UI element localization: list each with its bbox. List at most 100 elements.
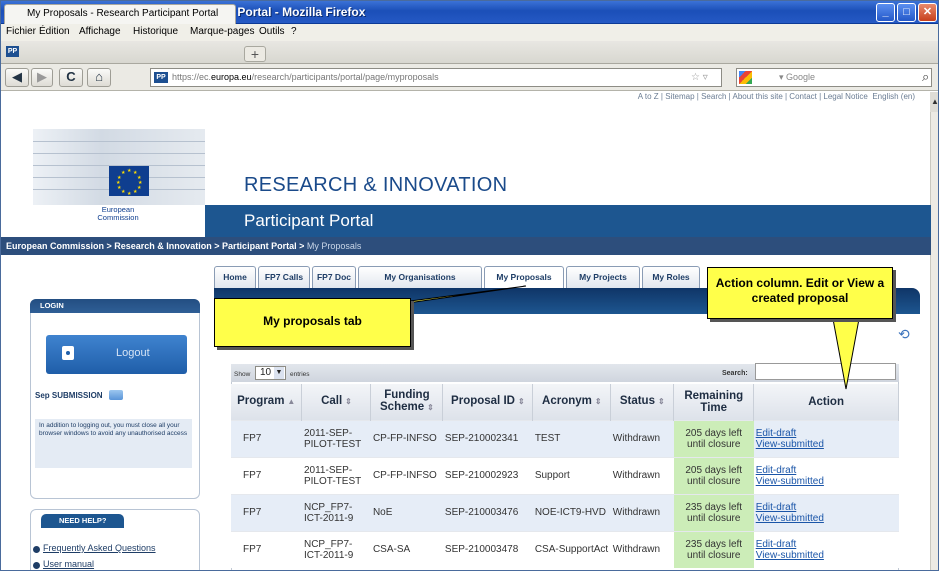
language-selector[interactable]: English (en) [872,92,915,101]
proposals-table: Program ▲ Call ⇕ Funding Scheme ⇕ Proposal … [231,384,899,568]
col-funding-scheme-label: Funding Scheme [380,389,430,414]
cell-action: Edit-draft View-submitted [753,493,899,531]
tab-fp7-calls[interactable]: FP7 Calls [258,266,310,288]
menu-outils[interactable]: Outils [259,26,285,37]
cell-scheme: CP-FP-INFSO [370,419,443,457]
col-status[interactable]: Status ⇕ [610,384,675,420]
new-tab-button[interactable]: + [244,46,266,62]
top-links-text[interactable]: A to Z | Sitemap | Search | About this s… [638,92,868,101]
col-status-label: Status [619,395,655,408]
col-acronym[interactable]: Acronym ⇕ [532,384,612,420]
table-row: FP7 2011-SEP-PILOT-TEST CP-FP-INFSO SEP-… [231,456,899,494]
view-submitted-link[interactable]: View-submitted [756,550,897,561]
tab-my-organisations[interactable]: My Organisations [358,266,482,288]
menu-help[interactable]: ? [291,26,297,37]
cell-remaining: 235 days left until closure [673,493,754,531]
col-funding-scheme[interactable]: Funding Scheme ⇕ [370,384,444,420]
menu-marque-pages[interactable]: Marque-pages [190,26,254,37]
edit-draft-link[interactable]: Edit-draft [756,465,897,476]
breadcrumb-path[interactable]: European Commission > Research & Innovat… [6,241,307,251]
faq-link[interactable]: Frequently Asked Questions [43,543,156,553]
sort-icon: ⇕ [657,397,665,407]
url-bar[interactable]: https://ec.europa.eu/research/participan… [150,68,722,87]
logout-button[interactable]: Logout [46,335,187,374]
building-line [33,153,205,154]
view-submitted-link[interactable]: View-submitted [756,439,897,450]
table-search-input[interactable] [755,363,896,380]
refresh-icon[interactable]: ⟲ [898,326,910,343]
cell-program: FP7 [231,456,302,494]
login-header: LOGIN [30,299,200,313]
vertical-scrollbar[interactable] [930,112,938,570]
sort-asc-icon: ▲ [287,397,296,407]
cell-remaining: 235 days left until closure [673,530,754,568]
forward-button[interactable]: ▶ [31,68,53,87]
user-manual-link[interactable]: User manual [43,559,94,569]
cell-scheme: NoE [370,493,443,531]
scroll-up-arrow[interactable]: ▲ [930,92,938,112]
callout-action-column: Action column. Edit or View a created pr… [707,267,893,319]
back-button[interactable]: ◀ [5,68,29,87]
edit-draft-link[interactable]: Edit-draft [756,539,897,550]
cell-scheme: CSA-SA [370,530,443,568]
col-action-label: Action [808,395,844,408]
menu-edition[interactable]: Édition [39,26,70,37]
menu-fichier[interactable]: Fichier [6,26,36,37]
cell-call: 2011-SEP-PILOT-TEST [301,456,371,494]
bullet-icon [33,546,40,553]
cell-acronym: TEST [532,419,611,457]
cell-remaining: 205 days left until closure [673,456,754,494]
browser-tab-strip [1,41,938,64]
maximize-button[interactable]: □ [897,3,916,22]
col-proposal-id[interactable]: Proposal ID ⇕ [442,384,534,420]
cell-acronym: Support [532,456,611,494]
logout-label: Logout [116,347,150,359]
menu-historique[interactable]: Historique [133,26,178,37]
view-submitted-link[interactable]: View-submitted [756,476,897,487]
top-links: A to Z | Sitemap | Search | About this s… [511,92,915,101]
cell-action: Edit-draft View-submitted [753,530,899,568]
edit-draft-link[interactable]: Edit-draft [756,502,897,513]
col-call-label: Call [321,395,343,408]
close-button[interactable]: ✕ [918,3,937,22]
col-call[interactable]: Call ⇕ [301,384,372,420]
browser-tab-active[interactable]: My Proposals - Research Participant Port… [4,4,236,24]
site-identity-icon[interactable]: PP [154,72,168,83]
sep-submission-icon[interactable] [109,390,123,400]
page-size-select[interactable]: 10 ▼ [255,366,286,380]
view-submitted-link[interactable]: View-submitted [756,513,897,524]
reload-button[interactable]: C [59,68,83,87]
url-prefix: https://ec. [172,72,212,82]
cell-call: 2011-SEP-PILOT-TEST [301,419,371,457]
url-path: /research/participants/portal/page/mypro… [251,72,439,82]
web-search-input[interactable]: ▾ Google [736,68,932,87]
menu-affichage[interactable]: Affichage [79,26,121,37]
tab-home[interactable]: Home [214,266,256,288]
search-go-icon[interactable]: ⌕ [922,69,929,85]
table-header-row: Program ▲ Call ⇕ Funding Scheme ⇕ Proposal … [231,384,899,420]
cell-program: FP7 [231,493,302,531]
url-domain: europa.eu [211,72,252,82]
home-button[interactable]: ⌂ [87,68,111,87]
cell-action: Edit-draft View-submitted [753,456,899,494]
sep-submission-label: Sep SUBMISSION [35,391,103,400]
portal-title: Participant Portal [244,211,374,230]
google-icon [739,71,752,84]
minimize-button[interactable]: _ [876,3,895,22]
col-program-label: Program [237,395,285,408]
col-remaining-time[interactable]: Remaining Time [673,384,755,420]
cell-status: Withdrawn [610,456,674,494]
breadcrumb: European Commission > Research & Innovat… [1,237,931,255]
cell-action: Edit-draft View-submitted [753,419,899,457]
cell-program: FP7 [231,530,302,568]
tab-fp7-doc[interactable]: FP7 Doc [312,266,356,288]
tab-my-projects[interactable]: My Projects [566,266,640,288]
chevron-down-icon: ▼ [274,367,284,379]
eu-flag-logo: ★ ★ ★ ★ ★ ★ ★ ★ ★ ★ ★ ★ [109,166,149,197]
col-program[interactable]: Program ▲ [231,384,303,420]
bookmark-star-icon[interactable]: ☆ ▿ [691,72,708,83]
edit-draft-link[interactable]: Edit-draft [756,428,897,439]
lock-icon [62,346,74,360]
tab-my-proposals[interactable]: My Proposals [484,266,564,289]
tab-my-roles[interactable]: My Roles [642,266,700,288]
